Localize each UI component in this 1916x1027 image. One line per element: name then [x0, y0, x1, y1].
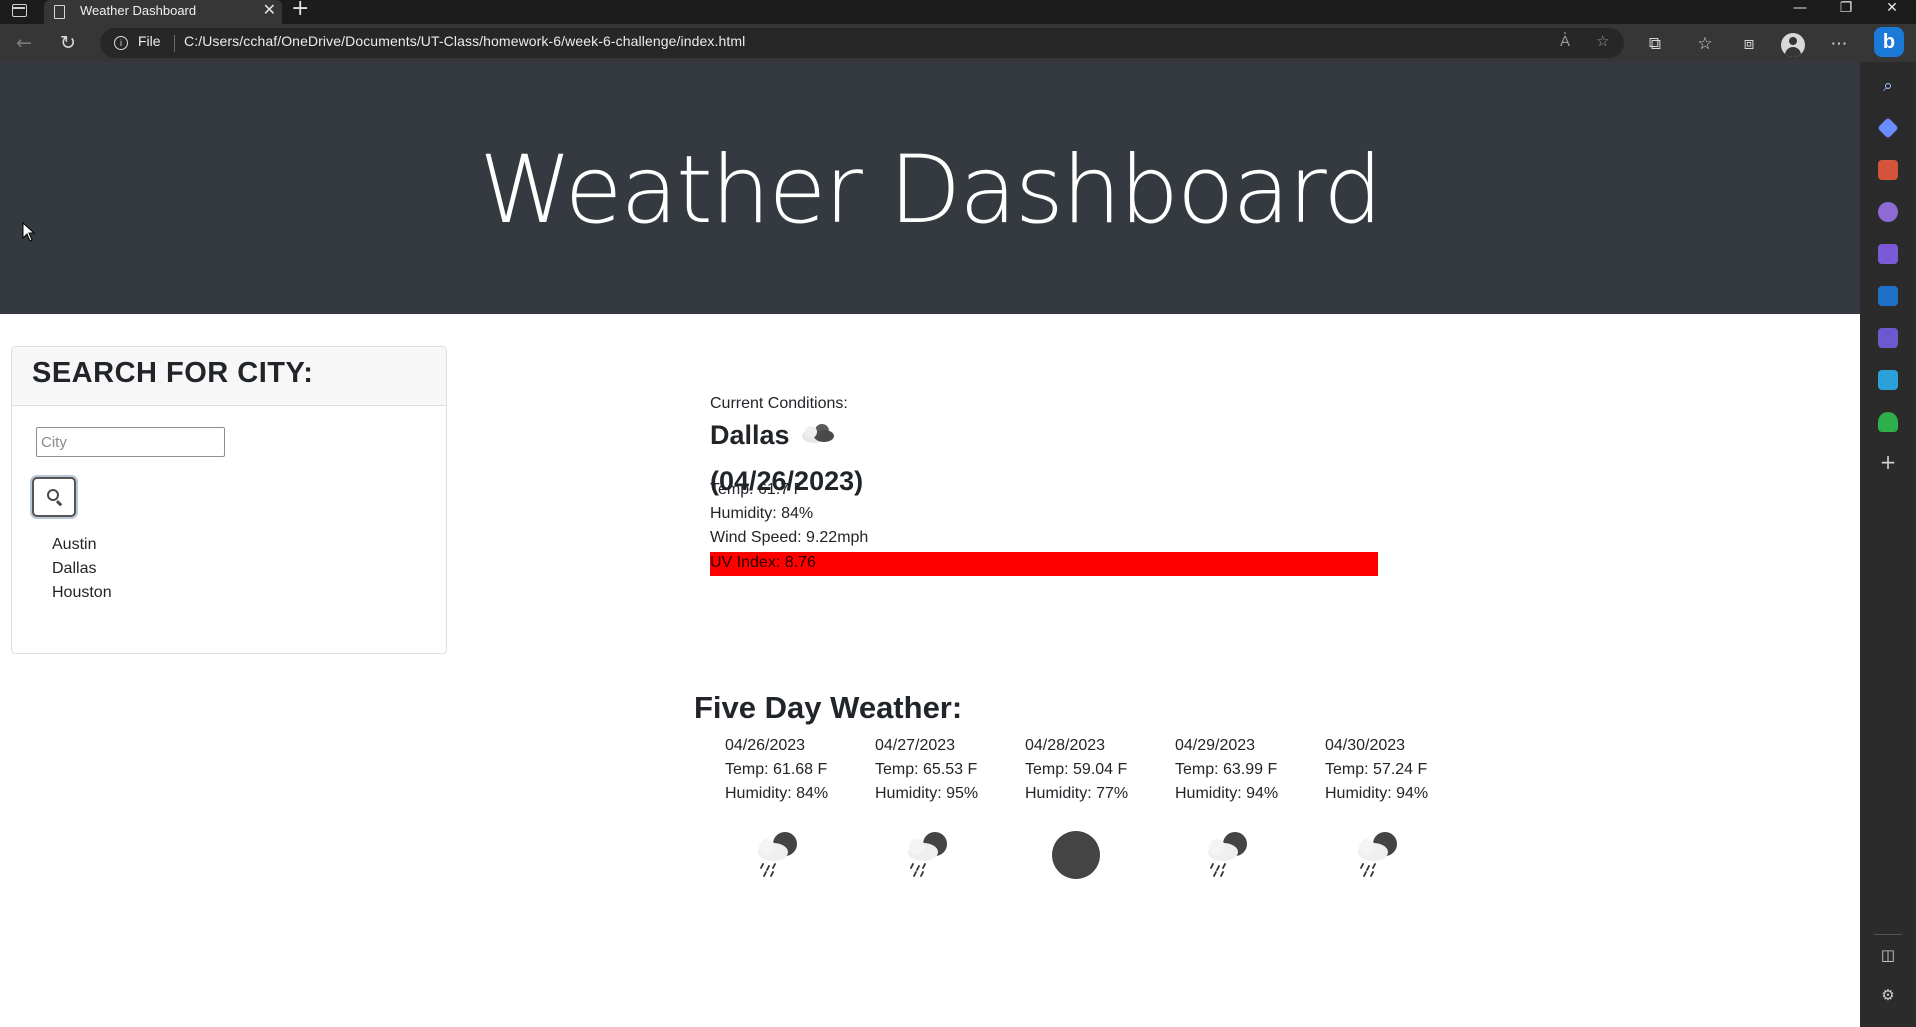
current-wind: Wind Speed: 9.22mph	[710, 529, 869, 546]
search-button[interactable]	[32, 477, 76, 517]
search-icon	[47, 489, 59, 501]
current-city: Dallas	[710, 420, 790, 450]
page-icon	[54, 5, 65, 19]
cloud-icon	[802, 424, 834, 443]
city-search-input[interactable]	[36, 427, 225, 457]
forecast-humidity: Humidity: 94%	[1175, 785, 1279, 802]
window-close-icon[interactable]: ✕	[1874, 0, 1910, 20]
divider	[174, 35, 175, 52]
history-item-dallas[interactable]: Dallas	[52, 557, 112, 581]
rain-night-icon	[1208, 832, 1247, 877]
omnibox[interactable]: i File C:/Users/cchaf/OneDrive/Documents…	[100, 28, 1624, 58]
history-item-austin[interactable]: Austin	[52, 533, 112, 557]
tab-close-icon[interactable]: ✕	[263, 0, 276, 20]
minimize-icon[interactable]: —	[1782, 0, 1818, 20]
rain-night-icon	[758, 832, 797, 877]
forecast-humidity: Humidity: 84%	[725, 785, 829, 802]
games-icon[interactable]	[1878, 202, 1898, 222]
search-history-list: Austin Dallas Houston	[52, 533, 112, 605]
history-item-houston[interactable]: Houston	[52, 581, 112, 605]
tab-title: Weather Dashboard	[80, 3, 197, 18]
forecast-temp: Temp: 57.24 F	[1325, 761, 1428, 778]
search-card: SEARCH FOR CITY: Austin Dallas Houston	[11, 346, 447, 654]
tools-icon[interactable]	[1878, 160, 1898, 180]
rain-night-icon	[1358, 832, 1397, 877]
uv-index-text: UV Index: 8.76	[710, 554, 816, 571]
extensions-icon[interactable]: ⧉	[1644, 33, 1666, 55]
forecast-date: 04/29/2023	[1175, 737, 1256, 754]
forecast-humidity: Humidity: 94%	[1325, 785, 1429, 802]
shopping-icon[interactable]	[1877, 117, 1899, 139]
tab-actions-icon[interactable]	[12, 4, 27, 17]
drop-icon[interactable]	[1878, 370, 1898, 390]
forecast-humidity: Humidity: 95%	[875, 785, 979, 802]
current-temp: Temp: 61.7 F	[710, 481, 804, 498]
read-aloud-icon[interactable]: A͐	[1560, 32, 1570, 50]
sidebar-divider	[1874, 934, 1902, 935]
restore-icon[interactable]: ❐	[1828, 0, 1864, 20]
five-day-title: Five Day Weather:	[694, 690, 963, 725]
page-title: Weather Dashboard	[479, 136, 1383, 245]
forecast-temp: Temp: 61.68 F	[725, 761, 828, 778]
forecast-day-card: 04/28/2023 Temp: 59.04 F Humidity: 77%	[1025, 734, 1175, 879]
collections-icon[interactable]: ⧈	[1738, 33, 1760, 55]
hide-sidebar-icon[interactable]: ◫	[1878, 946, 1898, 964]
sidebar-settings-icon[interactable]: ⚙	[1878, 986, 1898, 1004]
forecast-day-card: 04/26/2023 Temp: 61.68 F Humidity: 84%	[725, 734, 875, 877]
search-card-title: SEARCH FOR CITY:	[32, 357, 314, 389]
forecast-day-card: 04/30/2023 Temp: 57.24 F Humidity: 94%	[1325, 734, 1475, 877]
info-icon[interactable]: i	[114, 36, 128, 50]
forecast-date: 04/27/2023	[875, 737, 956, 754]
forecast-date: 04/26/2023	[725, 737, 806, 754]
new-tab-icon[interactable]: +	[291, 0, 309, 21]
url-text[interactable]: C:/Users/cchaf/OneDrive/Documents/UT-Cla…	[184, 33, 745, 49]
page-viewport: Weather Dashboard SEARCH FOR CITY: Austi…	[0, 62, 1860, 1022]
forecast-day-card: 04/29/2023 Temp: 63.99 F Humidity: 94%	[1175, 734, 1325, 877]
outlook-icon[interactable]	[1878, 286, 1898, 306]
forecast-date: 04/30/2023	[1325, 737, 1406, 754]
address-bar: ← ↻ i File C:/Users/cchaf/OneDrive/Docum…	[0, 24, 1916, 62]
bing-chat-icon[interactable]: b	[1874, 27, 1904, 57]
more-menu-icon[interactable]: ⋯	[1828, 33, 1850, 55]
rain-night-icon	[908, 832, 947, 877]
forecast-day-card: 04/27/2023 Temp: 65.53 F Humidity: 95%	[875, 734, 1025, 877]
favorites-icon[interactable]: ☆	[1694, 33, 1716, 55]
forecast-humidity: Humidity: 77%	[1025, 785, 1129, 802]
refresh-icon[interactable]: ↻	[54, 30, 82, 56]
profile-avatar[interactable]	[1781, 33, 1805, 57]
forecast-temp: Temp: 59.04 F	[1025, 761, 1128, 778]
back-icon[interactable]: ←	[10, 30, 38, 56]
forecast-temp: Temp: 63.99 F	[1175, 761, 1278, 778]
active-tab[interactable]: Weather Dashboard ✕	[44, 0, 282, 24]
site-label: File	[138, 33, 161, 49]
add-sidebar-app-icon[interactable]: +	[1878, 450, 1898, 474]
office-icon[interactable]	[1878, 244, 1898, 264]
add-favorite-icon[interactable]: ☆	[1596, 32, 1609, 50]
designer-icon[interactable]	[1878, 328, 1898, 348]
edge-sidebar: ⌕ + ◫ ⚙	[1860, 62, 1916, 1027]
clear-night-icon	[1052, 831, 1100, 879]
uv-index-badge: UV Index: 8.76	[710, 552, 1378, 576]
sidebar-search-icon[interactable]: ⌕	[1878, 76, 1898, 96]
current-humidity: Humidity: 84%	[710, 505, 814, 522]
forecast-temp: Temp: 65.53 F	[875, 761, 978, 778]
tree-icon[interactable]	[1878, 412, 1898, 432]
forecast-date: 04/28/2023	[1025, 737, 1106, 754]
search-card-header: SEARCH FOR CITY:	[12, 347, 446, 406]
header-banner: Weather Dashboard	[0, 62, 1860, 314]
current-label: Current Conditions:	[710, 395, 848, 412]
tab-bar: Weather Dashboard ✕ + — ❐ ✕	[0, 0, 1916, 24]
mouse-cursor-icon	[22, 222, 36, 242]
